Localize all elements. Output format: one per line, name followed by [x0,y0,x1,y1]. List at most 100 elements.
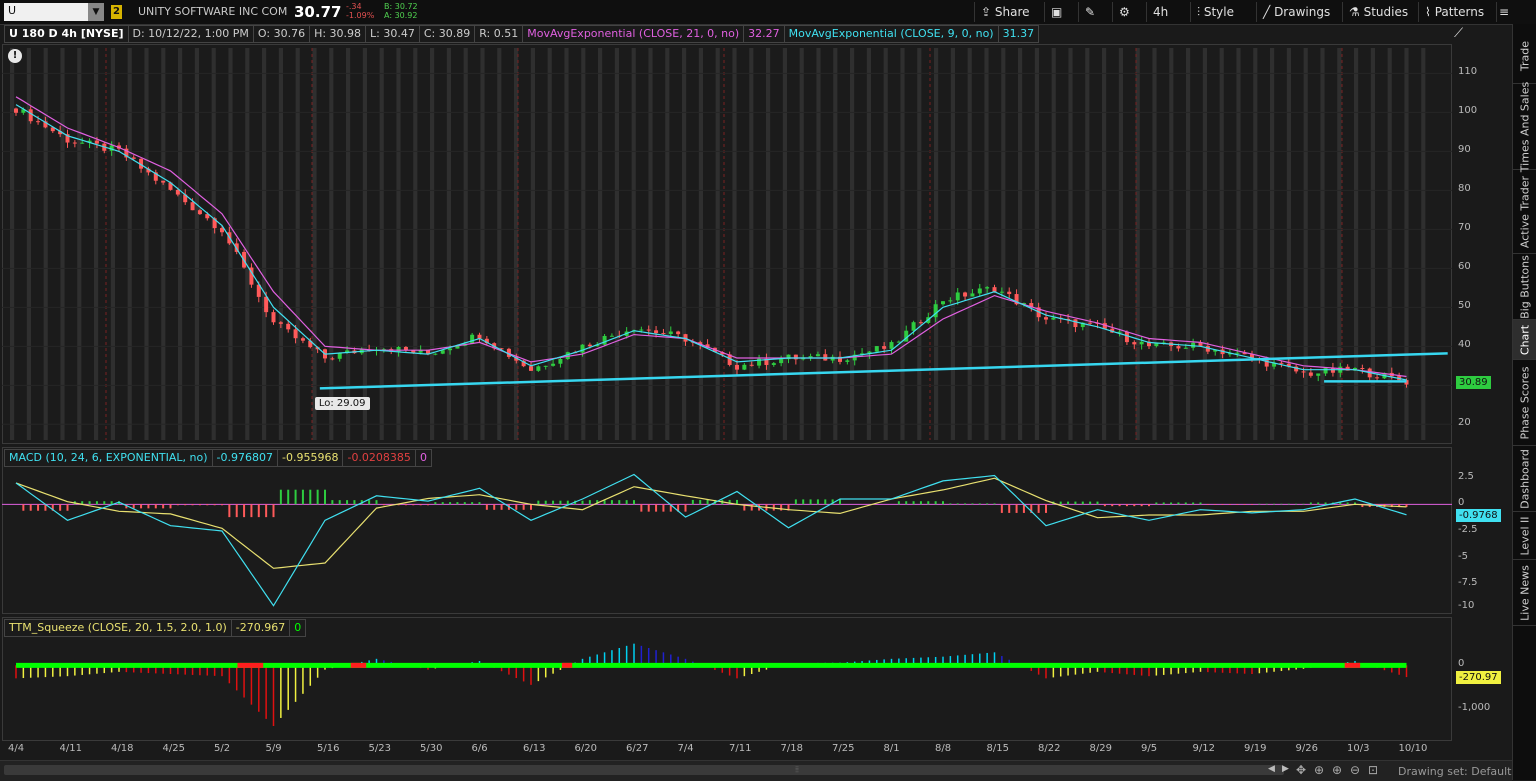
price-chart[interactable] [2,44,1452,444]
session-shade-bar [312,48,317,440]
session-shade-bar [934,48,939,440]
sidebar-tab-phase-scores[interactable]: Phase Scores [1513,360,1536,446]
candle-body [1044,317,1048,320]
session-shade-bar [698,48,703,440]
candle-body [1235,352,1240,354]
symbol-dropdown-icon[interactable]: ▼ [88,3,104,21]
zoom-box-icon[interactable]: ⊡ [1368,763,1378,777]
share-button[interactable]: ⇪ Share [974,2,1049,22]
time-tick-label: 9/12 [1192,743,1215,754]
sidebar-tab-times-and-sales[interactable]: Times And Sales [1513,81,1536,172]
ema9-label[interactable]: MovAvgExponential (CLOSE, 9, 0, no) [783,25,999,43]
candle-body [587,344,592,347]
studies-button[interactable]: ⚗ Studies [1342,2,1421,22]
patterns-button[interactable]: ⌇ Patterns [1418,2,1499,22]
session-shade-bar [1169,48,1174,440]
session-shade-bar [161,48,166,440]
session-shade-bar [917,48,922,440]
session-shade-bar [967,48,972,440]
notes-button[interactable]: ✎ [1078,2,1111,22]
session-shade-bar [463,48,468,440]
candle-body [543,365,548,367]
timeframe-button[interactable]: 4h [1146,2,1189,22]
sidebar-tab-live-news[interactable]: Live News [1513,560,1536,626]
sidebar-tab-big-buttons[interactable]: Big Buttons [1513,254,1536,320]
gear-icon: ⚙ [1119,5,1130,19]
time-axis[interactable]: 4/4 4/11 4/18 4/25 5/2 5/9 5/16 5/23 5/30 6/6 6/13… [0,742,1450,758]
scroll-grip-icon[interactable]: ⦙⦙ [790,765,804,775]
ema9-line [15,104,1407,381]
candle-body [161,180,166,183]
scroll-right-icon[interactable]: ▶ [1282,764,1294,774]
studies-icon: ⚗ [1349,5,1360,19]
bid-value: B: 30.72 [384,2,418,11]
chart-expand-icon[interactable]: ⟋ [1454,26,1476,42]
squeeze-chart[interactable] [2,617,1452,741]
candle-body [1176,346,1181,349]
zoom-out-icon[interactable]: ⊖ [1350,763,1360,777]
style-button[interactable]: ⫶ Style [1190,2,1255,22]
sidebar-tab-trade[interactable]: Trade [1513,28,1536,84]
candle-body [580,344,585,353]
session-shade-bar [295,48,300,440]
session-shade-bar [1253,48,1258,440]
session-shade-bar [245,48,250,440]
session-shade-bar [1303,48,1308,440]
sidebar-tab-label: Trade [1518,40,1532,71]
scroll-left-icon[interactable]: ◀ [1268,764,1280,774]
sidebar-tab-label: Times And Sales [1518,81,1532,172]
sidebar-tab-active-trader[interactable]: Active Trader [1513,170,1536,254]
session-shade-bar [1085,48,1090,440]
session-shade-bar [262,48,267,440]
time-tick-label: 7/25 [832,743,855,754]
drawings-button[interactable]: ╱ Drawings [1256,2,1343,22]
sidebar-tab-dashboard[interactable]: Dashboard [1513,446,1536,512]
horizontal-scrollbar[interactable] [4,765,1284,775]
candle-body [955,292,960,301]
sidebar-tab-chart[interactable]: Chart [1513,320,1536,360]
notes-icon: ✎ [1085,5,1096,19]
squeeze-tick-label: -1,000 [1458,701,1491,713]
candle-body [889,342,894,349]
candle-body [941,301,945,305]
ask-value: A: 30.92 [384,11,418,20]
settings-button[interactable]: ⚙ [1112,2,1145,22]
drawing-set-label[interactable]: Drawing set: Default [1398,765,1511,778]
ema21-label[interactable]: MovAvgExponential (CLOSE, 21, 0, no) [522,25,745,43]
candle-body [1073,319,1078,328]
price-tick-label: 50 [1458,300,1471,312]
time-tick-label: 6/27 [626,743,649,754]
macd-chart[interactable] [2,447,1452,614]
session-shade-bar [329,48,334,440]
time-tick-label: 9/5 [1141,743,1158,754]
time-tick-label: 6/6 [471,743,488,754]
change-value: -.34 [346,2,362,11]
menu-button[interactable]: ≡ [1496,2,1513,22]
session-shade-bar [77,48,82,440]
crosshair-icon[interactable]: ⊕ [1314,763,1324,777]
ema9-value: 31.37 [997,25,1040,43]
session-shade-bar [1152,48,1157,440]
sidebar-tab-level-ii[interactable]: Level II [1513,512,1536,560]
macd-avg-line [15,477,1407,569]
candle-body [1308,372,1313,376]
candle-body [1051,317,1056,320]
sidebar-tab-label: Dashboard [1518,448,1532,509]
link-group-badge[interactable]: 2 [111,5,122,19]
snapshot-button[interactable]: ▣ [1044,2,1077,22]
top-toolbar: U ▼ 2 UNITY SOFTWARE INC COM 30.77 -.34 … [0,0,1536,25]
session-shade-bar [883,48,888,440]
macd-y-axis[interactable]: 2.5 0 -2.5 -5 -7.5 -10 [1452,447,1512,614]
candle-body [190,202,195,211]
time-tick-label: 8/22 [1038,743,1061,754]
price-tick-label: 80 [1458,183,1471,195]
session-shade-bar [682,48,687,440]
candle-body [1007,291,1012,295]
session-shade-bar [950,48,955,440]
candle-body [963,292,968,297]
pan-icon[interactable]: ✥ [1296,763,1306,777]
candle-body [300,338,305,341]
zoom-in-icon[interactable]: ⊕ [1332,763,1342,777]
session-shade-bar [782,48,787,440]
alert-icon[interactable]: ! [8,49,22,63]
